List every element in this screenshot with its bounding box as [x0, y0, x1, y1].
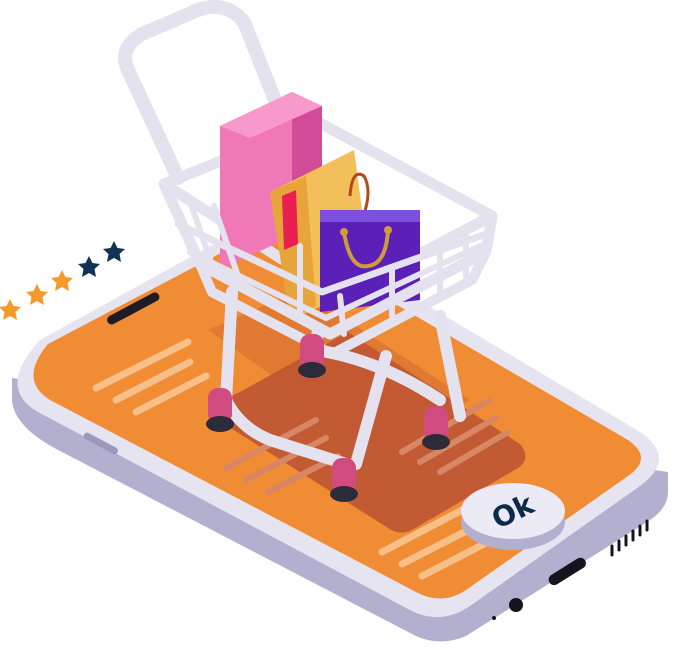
wheel — [298, 334, 326, 378]
phone-audio-jack — [509, 598, 523, 612]
phone-mic-dot — [492, 616, 496, 620]
star-icon — [103, 241, 125, 262]
star-icon — [51, 270, 73, 291]
shopping-illustration: Ok — [0, 0, 668, 642]
ok-button[interactable]: Ok — [461, 483, 565, 550]
wheel — [330, 458, 358, 502]
star-icon — [78, 256, 100, 277]
wheel — [206, 388, 234, 432]
star-icon — [0, 299, 21, 320]
star-icon — [26, 284, 48, 305]
wheel — [422, 406, 450, 450]
